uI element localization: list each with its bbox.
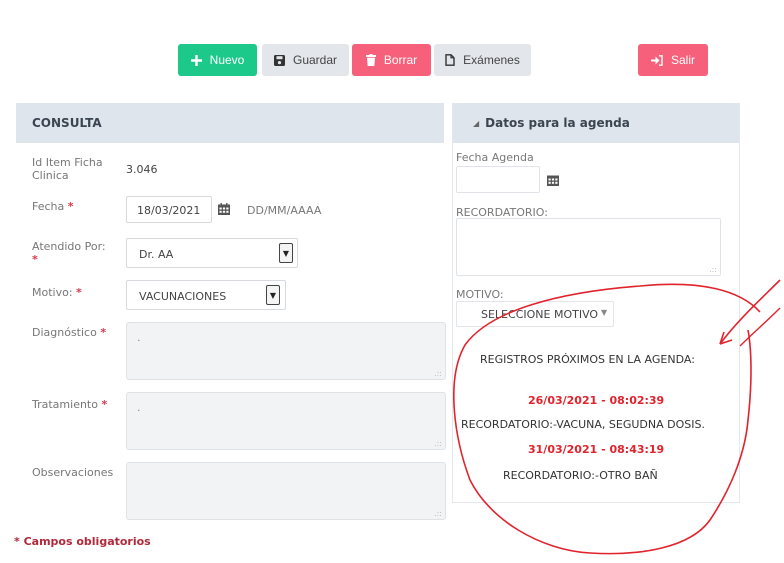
calendar-icon[interactable] [547, 174, 559, 189]
collapse-triangle-icon: ◢ [473, 118, 480, 128]
fecha-input[interactable]: 18/03/2021 [126, 196, 212, 223]
resize-grip-icon: .:: [709, 265, 717, 274]
consulta-title: CONSULTA [16, 103, 444, 143]
id-item-label: Id Item Ficha Clinica [32, 156, 103, 182]
salir-button[interactable]: Salir [638, 44, 708, 76]
resize-grip-icon: .:: [434, 509, 442, 518]
motivo-label: Motivo: * [32, 286, 82, 299]
resize-grip-icon: .:: [434, 439, 442, 448]
observaciones-textarea[interactable]: .:: [126, 462, 446, 520]
tratamiento-label: Tratamiento * [32, 398, 108, 411]
chevron-down-icon: ▼ [279, 243, 293, 263]
nuevo-label: Nuevo [209, 53, 245, 67]
agenda-entry-datetime: 26/03/2021 - 08:02:39 [528, 394, 665, 407]
chevron-down-icon: ▼ [601, 308, 608, 317]
tratamiento-textarea[interactable]: . .:: [126, 392, 446, 450]
motivo-select[interactable]: VACUNACIONES ▼ [126, 280, 286, 310]
diagnostico-label: Diagnóstico * [32, 326, 107, 339]
examenes-button[interactable]: Exámenes [434, 44, 531, 76]
agenda-header[interactable]: ◢ Datos para la agenda [453, 103, 739, 143]
examenes-label: Exámenes [463, 53, 520, 67]
nuevo-button[interactable]: Nuevo [178, 44, 257, 76]
file-icon [445, 54, 455, 66]
borrar-label: Borrar [383, 53, 418, 67]
chevron-down-icon: ▼ [266, 285, 280, 305]
atendido-label: Atendido Por: * [32, 240, 106, 266]
required-fields-note: * Campos obligatorios [14, 535, 151, 548]
id-item-value: 3.046 [126, 163, 158, 176]
agenda-entry-datetime: 31/03/2021 - 08:43:19 [528, 443, 665, 456]
diagnostico-textarea[interactable]: . .:: [126, 322, 446, 380]
fecha-agenda-input[interactable] [456, 166, 540, 193]
agenda-entry-text: RECORDATORIO:-OTRO BAÑ [503, 469, 658, 482]
observaciones-label: Observaciones [32, 466, 114, 479]
fecha-agenda-label: Fecha Agenda [456, 151, 534, 164]
sign-out-icon [650, 54, 663, 66]
borrar-button[interactable]: Borrar [352, 44, 431, 76]
fecha-format-hint: DD/MM/AAAA [247, 204, 322, 217]
agenda-title: Datos para la agenda [485, 116, 630, 130]
calendar-icon[interactable] [218, 203, 230, 218]
plus-icon [190, 54, 202, 66]
salir-label: Salir [670, 53, 695, 67]
atendido-select[interactable]: Dr. AA ▼ [126, 238, 298, 268]
guardar-label: Guardar [292, 53, 338, 67]
proximos-title: REGISTROS PRÓXIMOS EN LA AGENDA: [480, 353, 695, 366]
annotation-arrow-shaft-2 [739, 307, 781, 347]
agenda-motivo-select[interactable]: SELECCIONE MOTIVO ▼ [456, 301, 614, 327]
resize-grip-icon: .:: [434, 369, 442, 378]
trash-icon [365, 54, 376, 66]
save-icon [273, 54, 285, 66]
agenda-motivo-label: MOTIVO: [456, 288, 504, 301]
agenda-entry-text: RECORDATORIO:-VACUNA, SEGUDNA DOSIS. [461, 418, 705, 431]
guardar-button[interactable]: Guardar [262, 44, 349, 76]
fecha-label: Fecha * [32, 200, 74, 213]
recordatorio-textarea[interactable]: .:: [456, 218, 721, 276]
